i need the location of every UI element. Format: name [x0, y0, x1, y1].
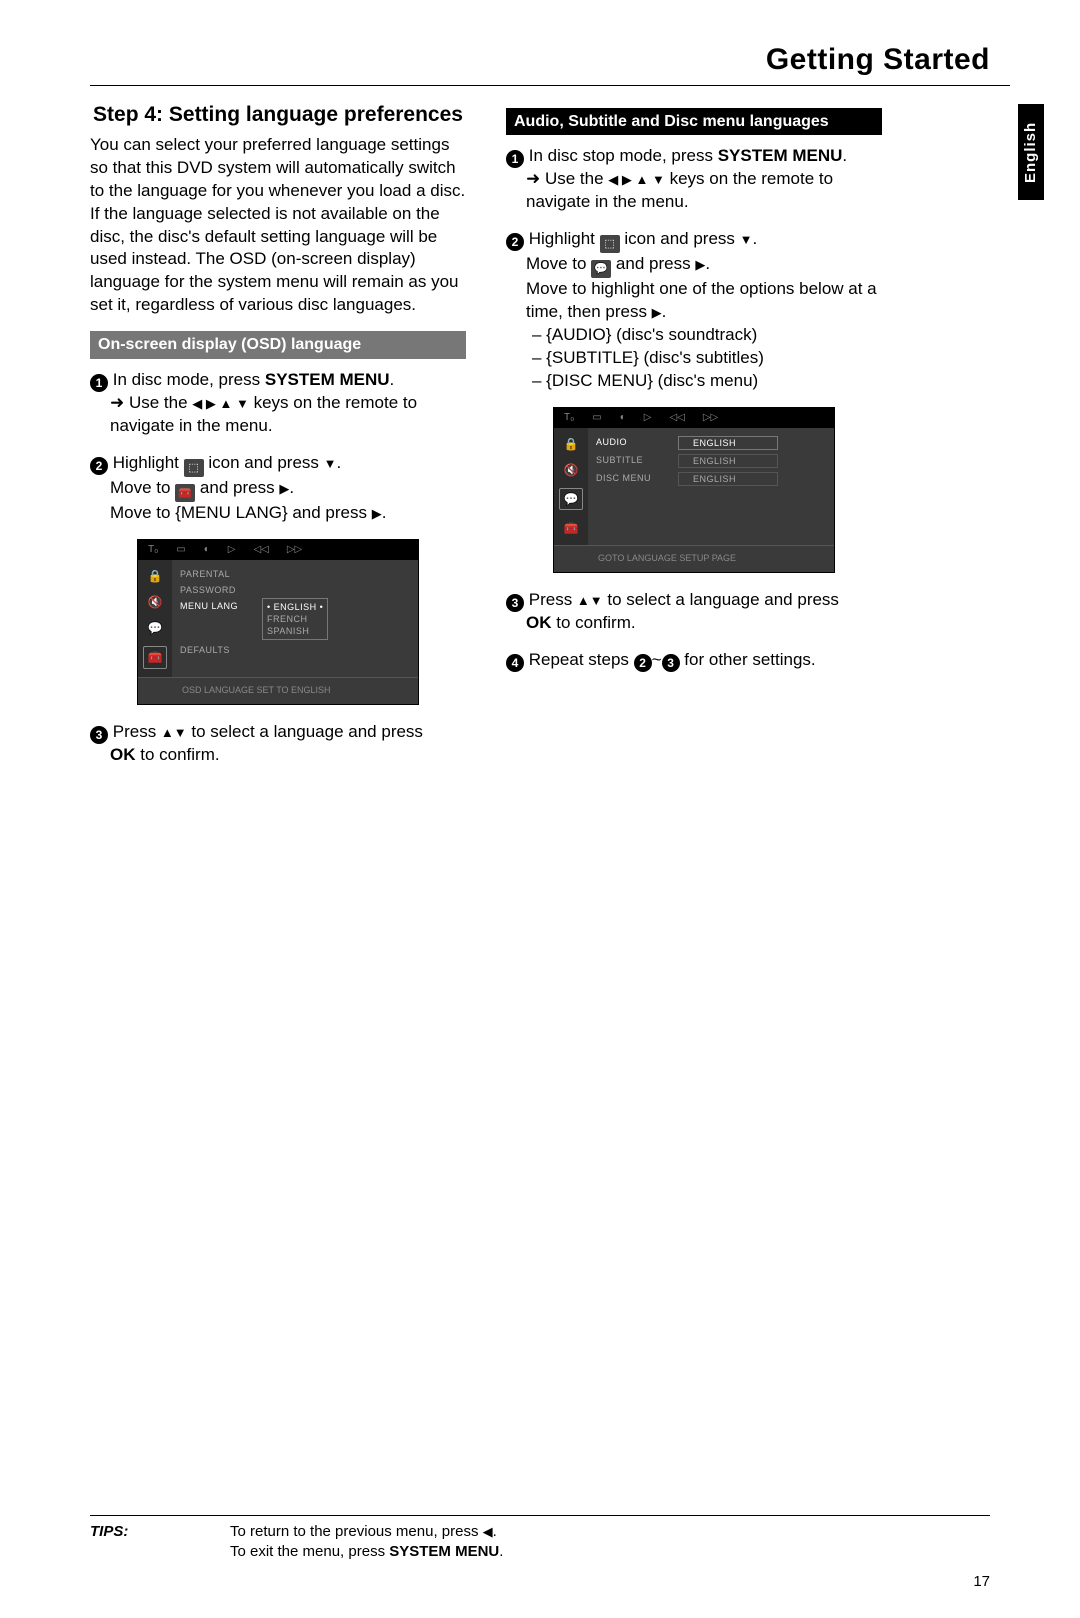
header: Getting Started [90, 40, 1010, 86]
language-menu-screenshot: T₀▭◐▷◁◁▷▷ 🔒🔇💬🧰 AUDIOENGLISH SUBTITLEENGL… [553, 407, 835, 573]
page-title: Getting Started [766, 43, 990, 76]
right-triangle-icon: ▶ [652, 305, 662, 320]
section-osd: On-screen display (OSD) language [90, 331, 466, 359]
right-column: Audio, Subtitle and Disc menu languages … [506, 100, 882, 781]
step-number-3-icon: 3 [506, 594, 524, 612]
language-tab: English [1018, 104, 1044, 200]
osd-step-3: 3 Press ▲▼ to select a language and pres… [90, 721, 466, 767]
section-audio: Audio, Subtitle and Disc menu languages [506, 108, 882, 136]
arrow-right-icon: ➜ [526, 169, 545, 188]
audio-step-2: 2 Highlight ⬚ icon and press ▼. Move to … [506, 228, 882, 393]
intro-paragraph: You can select your preferred language s… [90, 134, 466, 318]
left-column: Step 4: Setting language preferences You… [90, 100, 466, 781]
osd-menu-screenshot: T₀▭◐▷◁◁▷▷ 🔒🔇💬🧰 PARENTAL PASSWORD MENU LA… [137, 539, 419, 705]
arrow-right-icon: ➜ [110, 393, 129, 412]
down-triangle-icon: ▼ [324, 456, 337, 471]
osd-step-1: 1 In disc mode, press SYSTEM MENU. ➜ Use… [90, 369, 466, 438]
step-number-1-icon: 1 [506, 150, 524, 168]
step-number-3-icon: 3 [90, 726, 108, 744]
toolbox-icon: 🧰 [175, 484, 195, 502]
osd-step-2: 2 Highlight ⬚ icon and press ▼. Move to … [90, 452, 466, 525]
right-triangle-icon: ▶ [372, 506, 382, 521]
tips-label: TIPS: [90, 1522, 230, 1563]
up-down-triangle-icon: ▲▼ [577, 593, 603, 608]
page-number: 17 [973, 1572, 990, 1592]
audio-step-1: 1 In disc stop mode, press SYSTEM MENU. … [506, 145, 882, 214]
right-triangle-icon: ▶ [279, 481, 289, 496]
left-triangle-icon: ◀ [483, 1524, 493, 1539]
audio-step-4: 4 Repeat steps 2~3 for other settings. [506, 649, 882, 672]
right-triangle-icon: ▶ [695, 257, 705, 272]
ref-step-3-icon: 3 [662, 654, 680, 672]
tips-text: To return to the previous menu, press ◀.… [230, 1522, 503, 1563]
setup-icon: ⬚ [600, 235, 620, 253]
nav-keys-icon: ◀ ▶ ▲ ▼ [192, 396, 249, 411]
ref-step-2-icon: 2 [634, 654, 652, 672]
setup-icon: ⬚ [184, 459, 204, 477]
nav-keys-icon: ◀ ▶ ▲ ▼ [608, 172, 665, 187]
audio-step-3: 3 Press ▲▼ to select a language and pres… [506, 589, 882, 635]
step-number-4-icon: 4 [506, 654, 524, 672]
step-number-2-icon: 2 [90, 457, 108, 475]
speech-icon: 💬 [591, 260, 611, 278]
step-number-2-icon: 2 [506, 233, 524, 251]
step-number-1-icon: 1 [90, 374, 108, 392]
toolbox-tab-icon: 🧰 [143, 646, 168, 668]
down-triangle-icon: ▼ [740, 232, 753, 247]
up-down-triangle-icon: ▲▼ [161, 725, 187, 740]
step-heading: Step 4: Setting language preferences [90, 102, 466, 128]
speech-tab-icon: 💬 [559, 488, 584, 510]
tips-footer: TIPS: To return to the previous menu, pr… [90, 1515, 990, 1563]
